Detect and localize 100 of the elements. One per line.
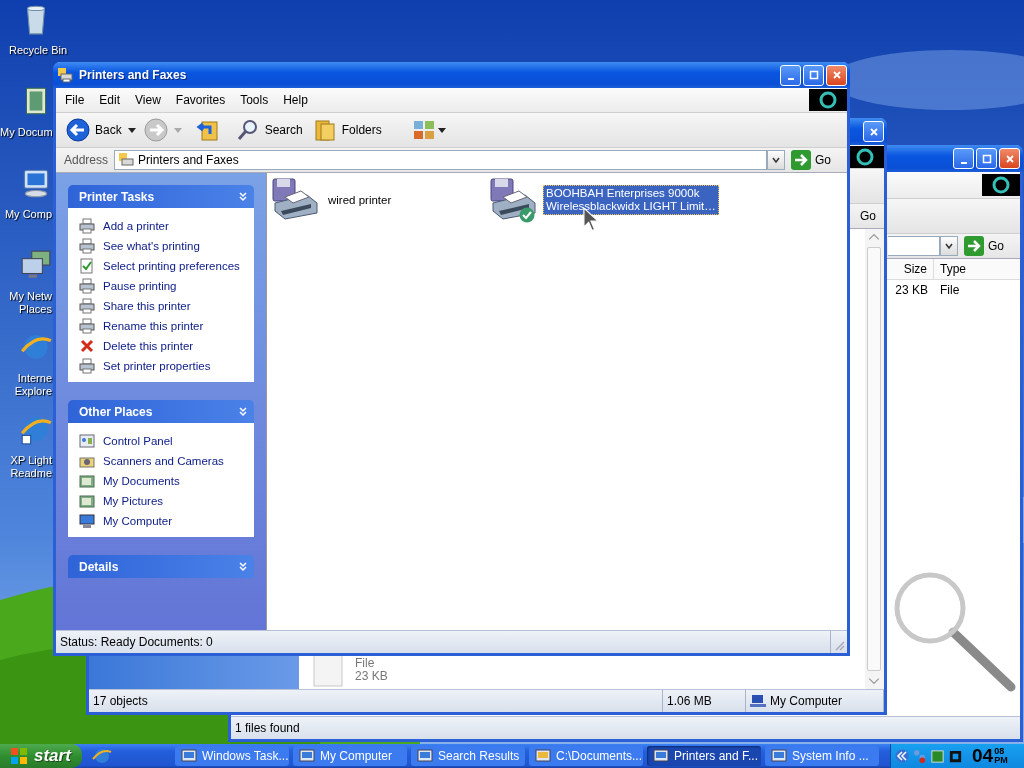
printer-label[interactable]: BOOHBAH Enterprises 9000k Wirelessblackwidx LIGHT Limit… <box>543 185 719 215</box>
printer-icon[interactable] <box>489 177 537 221</box>
task-link[interactable]: Pause printing <box>103 280 177 292</box>
taskbar-button[interactable]: C:\Documents... <box>529 746 643 766</box>
close-button[interactable] <box>826 64 847 86</box>
task-link[interactable]: Add a printer <box>103 220 169 232</box>
status-text: 1 files found <box>234 720 301 737</box>
search-button[interactable]: Search <box>231 116 307 144</box>
panel-header[interactable]: Printer Tasks <box>68 185 254 208</box>
desktop-icon-label: Readme <box>9 467 52 480</box>
window-title: Printers and Faxes <box>79 68 187 82</box>
window-icon <box>771 748 787 764</box>
printer-icon <box>79 278 95 294</box>
status-text: Status: Ready Documents: 0 <box>56 631 831 653</box>
column-header[interactable]: Size <box>888 259 934 279</box>
minimize-button[interactable] <box>780 64 801 86</box>
back-icon <box>66 118 90 142</box>
desktop-icon-label: Recycle Bin <box>8 44 68 57</box>
close-icon <box>868 126 879 137</box>
printer-label[interactable]: wired printer <box>325 191 395 209</box>
panel-header[interactable]: Details <box>68 555 254 578</box>
chevron-icon[interactable] <box>238 191 248 202</box>
printer-icon <box>79 238 95 254</box>
file-type: File <box>355 657 376 670</box>
caret-icon[interactable] <box>127 127 136 133</box>
task-link[interactable]: My Computer <box>103 515 173 527</box>
panel-header[interactable]: Other Places <box>68 400 254 423</box>
panel-title: Other Places <box>79 404 153 419</box>
caret-icon <box>944 241 954 251</box>
go-button[interactable]: Go <box>960 236 1016 256</box>
task-link[interactable]: Share this printer <box>103 300 191 312</box>
folder-icon <box>535 748 551 764</box>
panel-title: Printer Tasks <box>79 189 155 204</box>
printer-icon[interactable] <box>271 177 319 221</box>
window-icon <box>653 748 669 764</box>
ring-logo <box>982 174 1020 196</box>
column-header[interactable]: Type <box>934 259 1020 279</box>
task-link[interactable]: Set printer properties <box>103 360 211 372</box>
scroll-down-icon <box>867 677 880 685</box>
scrollbar[interactable] <box>865 229 882 689</box>
task-link[interactable]: Rename this printer <box>103 320 204 332</box>
forward-button[interactable] <box>143 118 168 142</box>
task-link[interactable]: Select printing preferences <box>103 260 240 272</box>
task-link[interactable]: See what's printing <box>103 240 200 252</box>
window-icon <box>299 748 315 764</box>
taskbar-button[interactable]: Windows Task... <box>175 746 289 766</box>
go-button[interactable]: Go <box>856 209 880 223</box>
close-button[interactable] <box>999 148 1020 169</box>
folder-icon <box>312 118 337 142</box>
minimize-icon <box>960 161 967 164</box>
computer-icon <box>79 513 95 529</box>
close-button[interactable] <box>863 121 884 142</box>
folder-up-icon[interactable] <box>195 118 220 142</box>
resize-grip[interactable] <box>833 639 845 651</box>
menu-item[interactable]: File <box>62 91 93 109</box>
caret-icon <box>437 127 446 133</box>
menu-item[interactable]: View <box>132 91 169 109</box>
table-cell-text: File <box>939 282 961 299</box>
go-button[interactable]: Go <box>787 150 843 170</box>
minimize-button[interactable] <box>953 148 974 169</box>
address-field[interactable] <box>888 236 940 256</box>
maximize-icon <box>981 153 992 164</box>
address-field[interactable]: Printers and Faxes <box>114 150 767 170</box>
task-link[interactable]: Control Panel <box>103 435 173 447</box>
taskbar-button[interactable]: System Info ... <box>765 746 879 766</box>
menu-item[interactable]: Edit <box>96 91 129 109</box>
folders-button[interactable]: Folders <box>308 116 386 144</box>
desktop-icon-label: Places <box>17 303 52 316</box>
task-link[interactable]: Scanners and Cameras <box>103 455 224 467</box>
printer-icon <box>79 298 95 314</box>
printer-icon <box>57 67 73 83</box>
folder-icon <box>79 473 95 489</box>
views-icon <box>411 118 436 142</box>
taskbar-button[interactable]: Search Results <box>411 746 525 766</box>
file-size: 23 KB <box>355 670 388 683</box>
task-link[interactable]: My Pictures <box>103 495 164 507</box>
caret-icon <box>173 127 182 133</box>
back-button[interactable]: Back <box>62 116 126 144</box>
task-link[interactable]: My Documents <box>103 475 180 487</box>
table-cell-text: 23 KB <box>894 282 929 299</box>
task-link[interactable]: Delete this printer <box>103 340 194 352</box>
menu-item[interactable]: Favorites <box>172 91 234 109</box>
app-icon[interactable] <box>948 748 963 764</box>
menu-item[interactable]: Tools <box>237 91 277 109</box>
control-panel-icon <box>79 433 95 449</box>
chevron-icon[interactable] <box>238 561 248 572</box>
menu-item[interactable]: Help <box>280 91 316 109</box>
desktop-icon-label: XP Light <box>9 454 52 467</box>
start-button[interactable]: start <box>0 744 82 768</box>
chevron-icon[interactable] <box>238 406 248 417</box>
taskbar-button[interactable]: My Computer <box>293 746 407 766</box>
taskbar-button[interactable]: Printers and F... <box>647 746 761 766</box>
address-label: Address <box>63 153 110 167</box>
maximize-button[interactable] <box>976 148 997 169</box>
chevron-icon[interactable] <box>895 749 909 763</box>
scroll-up-icon <box>867 233 880 241</box>
arrow-icon <box>791 150 811 170</box>
maximize-button[interactable] <box>803 64 824 86</box>
globe-icon[interactable] <box>92 746 112 766</box>
desktop-icon-label: Explore <box>13 385 52 398</box>
